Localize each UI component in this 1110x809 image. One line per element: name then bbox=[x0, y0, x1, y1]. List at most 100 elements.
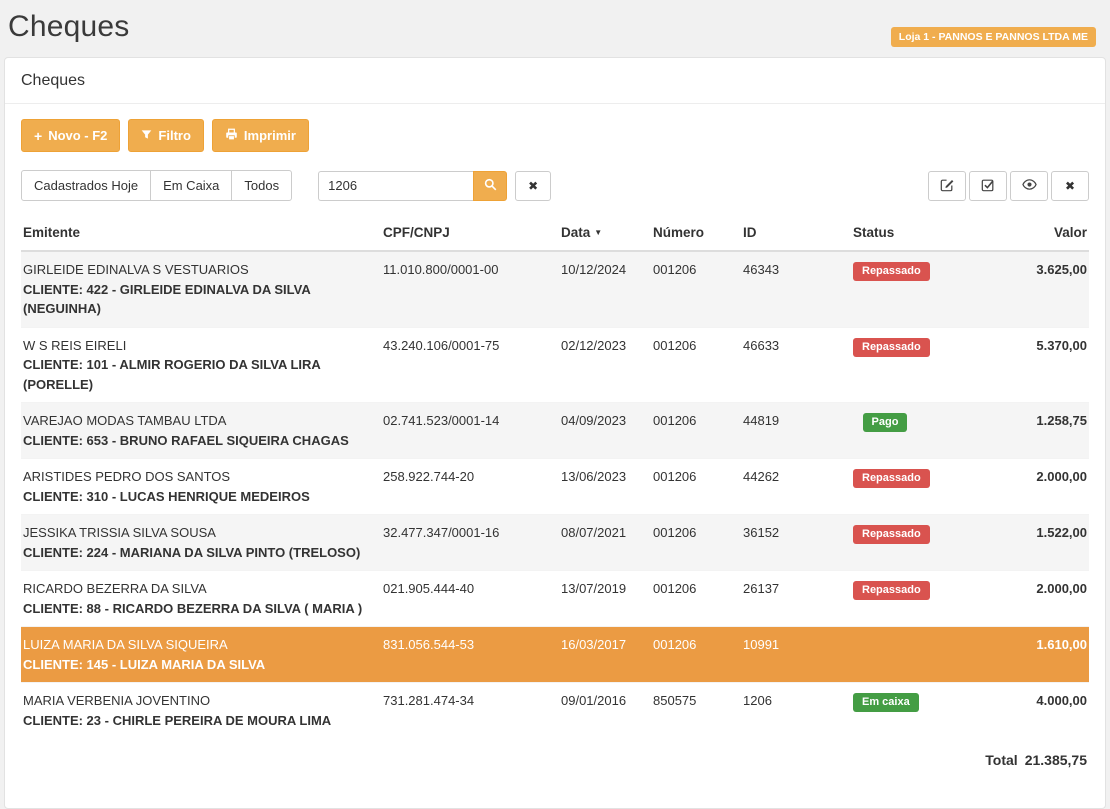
cpf-cnpj-cell: 258.922.744-20 bbox=[381, 459, 559, 515]
status-badge: Pago bbox=[863, 413, 908, 432]
data-cell: 13/07/2019 bbox=[559, 571, 651, 627]
numero-cell: 001206 bbox=[651, 571, 741, 627]
emitente-name: RICARDO BEZERRA DA SILVA bbox=[23, 579, 379, 599]
filter-button[interactable]: Filtro bbox=[128, 119, 204, 152]
cliente-label: CLIENTE: 224 - MARIANA DA SILVA PINTO (T… bbox=[23, 543, 379, 563]
remove-button[interactable]: ✖ bbox=[1051, 171, 1089, 201]
search-button[interactable] bbox=[473, 171, 507, 201]
table-row[interactable]: RICARDO BEZERRA DA SILVA CLIENTE: 88 - R… bbox=[21, 571, 1089, 627]
numero-cell: 001206 bbox=[651, 403, 741, 459]
id-cell: 46343 bbox=[741, 251, 851, 327]
printer-icon bbox=[225, 128, 238, 143]
cheques-panel: Cheques + Novo - F2 Filtro Imprimir bbox=[4, 57, 1106, 809]
row-action-group: ✖ bbox=[928, 171, 1089, 201]
new-button-label: Novo - F2 bbox=[48, 129, 107, 142]
table-body: GIRLEIDE EDINALVA S VESTUARIOS CLIENTE: … bbox=[21, 251, 1089, 738]
numero-cell: 001206 bbox=[651, 627, 741, 683]
table-row[interactable]: LUIZA MARIA DA SILVA SIQUEIRA CLIENTE: 1… bbox=[21, 627, 1089, 683]
cpf-cnpj-cell: 831.056.544-53 bbox=[381, 627, 559, 683]
search-icon bbox=[484, 178, 497, 194]
panel-body: + Novo - F2 Filtro Imprimir Cadastrados … bbox=[5, 104, 1105, 808]
emitente-name: MARIA VERBENIA JOVENTINO bbox=[23, 691, 379, 711]
data-cell: 08/07/2021 bbox=[559, 515, 651, 571]
cheques-table: Emitente CPF/CNPJ Data▼ Número ID Status… bbox=[21, 217, 1089, 738]
view-button[interactable] bbox=[1010, 171, 1048, 201]
cliente-label: CLIENTE: 422 - GIRLEIDE EDINALVA DA SILV… bbox=[23, 280, 379, 319]
status-badge: Repassado bbox=[853, 262, 930, 281]
clear-search-button[interactable]: ✖ bbox=[515, 171, 551, 201]
new-button[interactable]: + Novo - F2 bbox=[21, 119, 120, 152]
data-cell: 13/06/2023 bbox=[559, 459, 651, 515]
cpf-cnpj-cell: 32.477.347/0001-16 bbox=[381, 515, 559, 571]
id-cell: 46633 bbox=[741, 327, 851, 403]
total-value: 21.385,75 bbox=[1025, 752, 1087, 768]
table-row[interactable]: ARISTIDES PEDRO DOS SANTOS CLIENTE: 310 … bbox=[21, 459, 1089, 515]
print-button-label: Imprimir bbox=[244, 129, 296, 142]
emitente-name: W S REIS EIRELI bbox=[23, 336, 379, 356]
status-badge: Repassado bbox=[853, 581, 930, 600]
search-group bbox=[318, 171, 507, 201]
table-row[interactable]: GIRLEIDE EDINALVA S VESTUARIOS CLIENTE: … bbox=[21, 251, 1089, 327]
cliente-label: CLIENTE: 88 - RICARDO BEZERRA DA SILVA (… bbox=[23, 599, 379, 619]
edit-icon bbox=[940, 178, 954, 194]
column-header-cpf-cnpj[interactable]: CPF/CNPJ bbox=[381, 217, 559, 251]
numero-cell: 001206 bbox=[651, 515, 741, 571]
table-row[interactable]: MARIA VERBENIA JOVENTINO CLIENTE: 23 - C… bbox=[21, 683, 1089, 739]
filter-row: Cadastrados Hoje Em Caixa Todos ✖ bbox=[21, 170, 1089, 201]
cpf-cnpj-cell: 731.281.474-34 bbox=[381, 683, 559, 739]
check-square-button[interactable] bbox=[969, 171, 1007, 201]
emitente-name: VAREJAO MODAS TAMBAU LTDA bbox=[23, 411, 379, 431]
page-title: Cheques bbox=[8, 10, 130, 44]
column-header-valor[interactable]: Valor bbox=[991, 217, 1089, 251]
emitente-name: GIRLEIDE EDINALVA S VESTUARIOS bbox=[23, 260, 379, 280]
valor-cell: 1.610,00 bbox=[991, 627, 1089, 683]
status-badge: Repassado bbox=[853, 338, 930, 357]
data-cell: 10/12/2024 bbox=[559, 251, 651, 327]
cliente-label: CLIENTE: 145 - LUIZA MARIA DA SILVA bbox=[23, 655, 379, 675]
data-cell: 04/09/2023 bbox=[559, 403, 651, 459]
numero-cell: 001206 bbox=[651, 327, 741, 403]
table-row[interactable]: VAREJAO MODAS TAMBAU LTDA CLIENTE: 653 -… bbox=[21, 403, 1089, 459]
data-cell: 16/03/2017 bbox=[559, 627, 651, 683]
data-cell: 09/01/2016 bbox=[559, 683, 651, 739]
column-header-data[interactable]: Data▼ bbox=[559, 217, 651, 251]
filter-icon bbox=[141, 129, 152, 142]
status-badge: Repassado bbox=[853, 469, 930, 488]
close-icon: ✖ bbox=[1065, 180, 1075, 192]
column-header-emitente[interactable]: Emitente bbox=[21, 217, 381, 251]
check-square-icon bbox=[981, 178, 995, 194]
edit-button[interactable] bbox=[928, 171, 966, 201]
column-header-numero[interactable]: Número bbox=[651, 217, 741, 251]
filter-button-label: Filtro bbox=[158, 129, 191, 142]
cpf-cnpj-cell: 02.741.523/0001-14 bbox=[381, 403, 559, 459]
total-row: Total21.385,75 bbox=[21, 738, 1089, 768]
sort-caret-down-icon: ▼ bbox=[594, 228, 602, 237]
numero-cell: 001206 bbox=[651, 251, 741, 327]
id-cell: 10991 bbox=[741, 627, 851, 683]
filter-cadastrados-hoje-button[interactable]: Cadastrados Hoje bbox=[21, 170, 151, 201]
filter-em-caixa-button[interactable]: Em Caixa bbox=[150, 170, 232, 201]
print-button[interactable]: Imprimir bbox=[212, 119, 309, 152]
valor-cell: 2.000,00 bbox=[991, 459, 1089, 515]
cpf-cnpj-cell: 11.010.800/0001-00 bbox=[381, 251, 559, 327]
cliente-label: CLIENTE: 310 - LUCAS HENRIQUE MEDEIROS bbox=[23, 487, 379, 507]
table-row[interactable]: JESSIKA TRISSIA SILVA SOUSA CLIENTE: 224… bbox=[21, 515, 1089, 571]
column-header-id[interactable]: ID bbox=[741, 217, 851, 251]
cpf-cnpj-cell: 021.905.444-40 bbox=[381, 571, 559, 627]
table-row[interactable]: W S REIS EIRELI CLIENTE: 101 - ALMIR ROG… bbox=[21, 327, 1089, 403]
search-input[interactable] bbox=[318, 171, 473, 201]
valor-cell: 3.625,00 bbox=[991, 251, 1089, 327]
status-badge: Repassado bbox=[853, 525, 930, 544]
valor-cell: 1.258,75 bbox=[991, 403, 1089, 459]
id-cell: 26137 bbox=[741, 571, 851, 627]
cliente-label: CLIENTE: 653 - BRUNO RAFAEL SIQUEIRA CHA… bbox=[23, 431, 379, 451]
id-cell: 36152 bbox=[741, 515, 851, 571]
numero-cell: 001206 bbox=[651, 459, 741, 515]
eye-icon bbox=[1022, 177, 1037, 194]
cliente-label: CLIENTE: 23 - CHIRLE PEREIRA DE MOURA LI… bbox=[23, 711, 379, 731]
panel-title: Cheques bbox=[5, 58, 1105, 104]
id-cell: 44819 bbox=[741, 403, 851, 459]
filter-todos-button[interactable]: Todos bbox=[231, 170, 292, 201]
column-header-status[interactable]: Status bbox=[851, 217, 991, 251]
numero-cell: 850575 bbox=[651, 683, 741, 739]
